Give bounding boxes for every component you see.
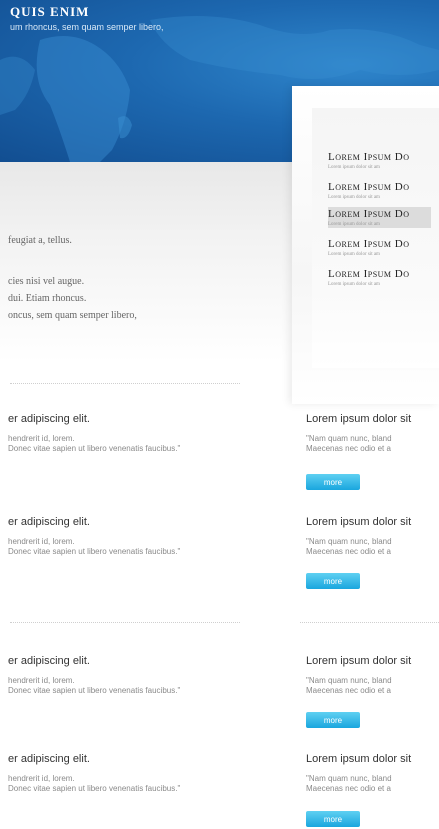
intro-panel: feugiat a, tellus. cies nisi vel augue. …	[0, 162, 300, 362]
intro-line: dui. Etiam rhoncus.	[8, 293, 87, 304]
post-excerpt: Donec vitae sapien ut libero venenatis f…	[8, 686, 181, 695]
side-post: Lorem ipsum dolor sit "Nam quam nunc, bl…	[306, 516, 439, 596]
menu-item-title: Lorem Ipsum Do	[328, 208, 410, 220]
menu-item-subtitle: Lorem ipsum dolor sit am	[328, 252, 380, 257]
hero-subtitle: um rhoncus, sem quam semper libero,	[10, 22, 164, 32]
post-excerpt: hendrerit id, lorem.	[8, 537, 75, 546]
post-excerpt: Donec vitae sapien ut libero venenatis f…	[8, 444, 181, 453]
divider	[300, 622, 439, 623]
divider	[10, 383, 240, 384]
menu-item-title: Lorem Ipsum Do	[328, 181, 410, 193]
post-excerpt: hendrerit id, lorem.	[8, 774, 75, 783]
more-button[interactable]: more	[306, 712, 360, 728]
intro-line: feugiat a, tellus.	[8, 235, 72, 246]
more-button[interactable]: more	[306, 811, 360, 827]
menu-item[interactable]: Lorem Ipsum Do Lorem ipsum dolor sit am	[328, 150, 431, 171]
menu-item-title: Lorem Ipsum Do	[328, 151, 410, 163]
hero-title: QUIS ENIM	[10, 4, 90, 19]
side-post-excerpt: "Nam quam nunc, bland	[306, 774, 392, 783]
post-title[interactable]: er adipiscing elit.	[8, 753, 298, 765]
post-item: er adipiscing elit. hendrerit id, lorem.…	[8, 413, 298, 453]
side-post-excerpt: "Nam quam nunc, bland	[306, 537, 392, 546]
post-item: er adipiscing elit. hendrerit id, lorem.…	[8, 516, 298, 556]
menu-item-subtitle: Lorem ipsum dolor sit am	[328, 195, 380, 200]
post-excerpt: hendrerit id, lorem.	[8, 676, 75, 685]
menu-item-subtitle: Lorem ipsum dolor sit am	[328, 282, 380, 287]
post-title[interactable]: er adipiscing elit.	[8, 516, 298, 528]
intro-line: oncus, sem quam semper libero,	[8, 310, 137, 321]
side-post-excerpt: Maecenas nec odio et a	[306, 547, 391, 556]
side-post-excerpt: "Nam quam nunc, bland	[306, 434, 392, 443]
more-button[interactable]: more	[306, 474, 360, 490]
post-excerpt: hendrerit id, lorem.	[8, 434, 75, 443]
post-title[interactable]: er adipiscing elit.	[8, 413, 298, 425]
side-post-title[interactable]: Lorem ipsum dolor sit	[306, 655, 439, 667]
more-button[interactable]: more	[306, 573, 360, 589]
side-post: Lorem ipsum dolor sit "Nam quam nunc, bl…	[306, 753, 439, 829]
post-excerpt: Donec vitae sapien ut libero venenatis f…	[8, 547, 181, 556]
menu-item-subtitle: Lorem ipsum dolor sit am	[328, 222, 380, 227]
post-item: er adipiscing elit. hendrerit id, lorem.…	[8, 753, 298, 793]
side-post-title[interactable]: Lorem ipsum dolor sit	[306, 413, 439, 425]
menu-item-subtitle: Lorem ipsum dolor sit am	[328, 165, 380, 170]
divider	[10, 622, 240, 623]
post-item: er adipiscing elit. hendrerit id, lorem.…	[8, 655, 298, 695]
menu-item-title: Lorem Ipsum Do	[328, 268, 410, 280]
intro-line: cies nisi vel augue.	[8, 276, 85, 287]
menu-item[interactable]: Lorem Ipsum Do Lorem ipsum dolor sit am	[328, 267, 431, 288]
post-title[interactable]: er adipiscing elit.	[8, 655, 298, 667]
side-post-title[interactable]: Lorem ipsum dolor sit	[306, 753, 439, 765]
side-post-excerpt: Maecenas nec odio et a	[306, 686, 391, 695]
menu-item-active[interactable]: Lorem Ipsum Do Lorem ipsum dolor sit am	[328, 207, 431, 228]
post-excerpt: Donec vitae sapien ut libero venenatis f…	[8, 784, 181, 793]
side-post-title[interactable]: Lorem ipsum dolor sit	[306, 516, 439, 528]
side-post-excerpt: Maecenas nec odio et a	[306, 784, 391, 793]
side-post: Lorem ipsum dolor sit "Nam quam nunc, bl…	[306, 413, 439, 493]
side-post-excerpt: "Nam quam nunc, bland	[306, 676, 392, 685]
menu-item-title: Lorem Ipsum Do	[328, 238, 410, 250]
side-post-excerpt: Maecenas nec odio et a	[306, 444, 391, 453]
menu-item[interactable]: Lorem Ipsum Do Lorem ipsum dolor sit am	[328, 237, 431, 258]
menu-item[interactable]: Lorem Ipsum Do Lorem ipsum dolor sit am	[328, 180, 431, 201]
side-post: Lorem ipsum dolor sit "Nam quam nunc, bl…	[306, 655, 439, 735]
